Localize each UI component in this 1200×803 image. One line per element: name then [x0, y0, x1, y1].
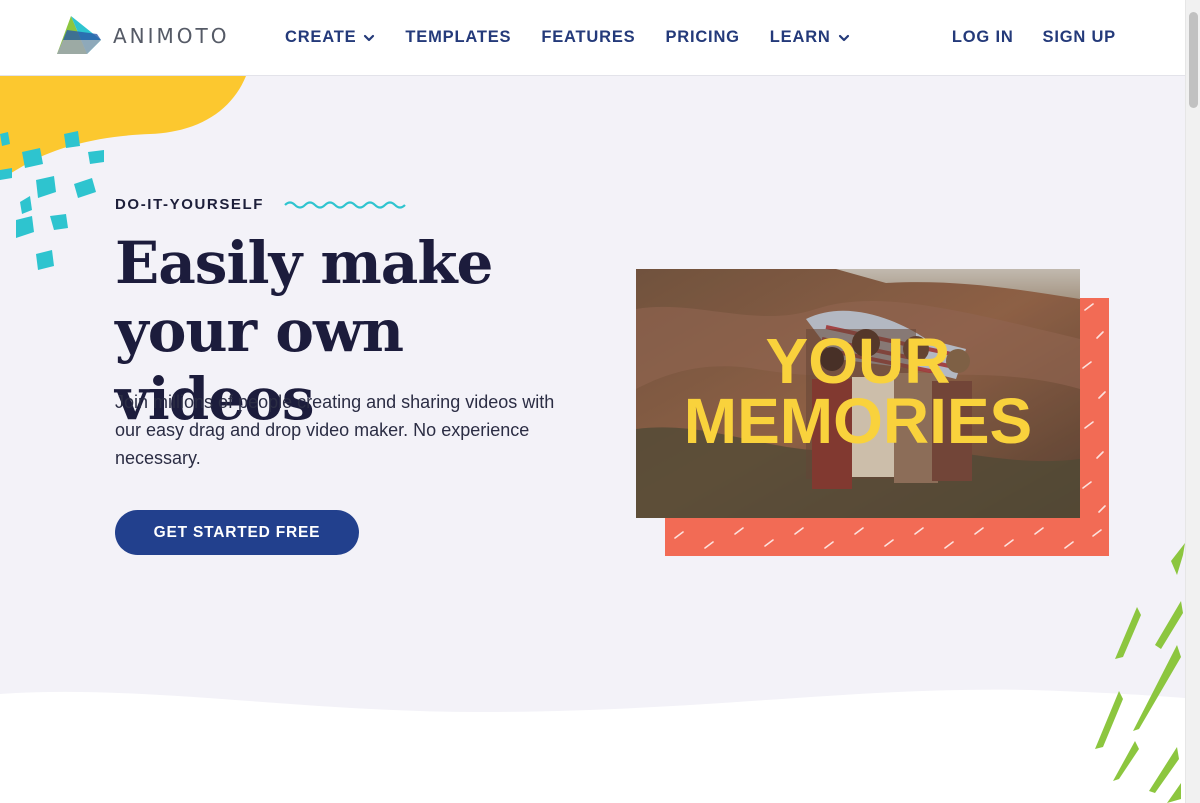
nav-create[interactable]: CREATE: [285, 28, 375, 47]
site-header: ANIMOTO CREATE TEMPLATES FEATURES PRICIN…: [0, 0, 1185, 76]
nav-features[interactable]: FEATURES: [541, 28, 635, 47]
eyebrow-label: DO-IT-YOURSELF: [115, 196, 265, 213]
chevron-down-icon: [364, 34, 375, 41]
animoto-triangle-logo-icon: [57, 16, 101, 54]
logo-wordmark: ANIMOTO: [113, 24, 230, 48]
hero-subcopy: Join millions of people creating and sha…: [115, 392, 555, 468]
teal-dashes-decoration: [0, 131, 104, 270]
video-overlay-caption: YOUR MEMORIES: [636, 325, 1080, 457]
hero-section: DO-IT-YOURSELF Easily make your own vide…: [0, 76, 1185, 803]
nav-learn-label: LEARN: [769, 28, 831, 46]
video-preview-card[interactable]: YOUR MEMORIES: [636, 269, 1080, 518]
main-nav: CREATE TEMPLATES FEATURES PRICING LEARN: [285, 0, 880, 75]
overlay-line-memories: MEMORIES: [683, 385, 1033, 457]
wave-squiggle-icon: [284, 200, 406, 209]
nav-pricing-label: PRICING: [665, 28, 740, 46]
nav-learn[interactable]: LEARN: [770, 28, 850, 47]
nav-features-label: FEATURES: [541, 28, 636, 46]
scrollbar-thumb[interactable]: [1189, 12, 1198, 108]
eyebrow-row: DO-IT-YOURSELF: [115, 196, 406, 213]
nav-pricing[interactable]: PRICING: [665, 28, 739, 47]
nav-templates[interactable]: TEMPLATES: [405, 28, 511, 47]
signup-link[interactable]: SIGN UP: [1043, 28, 1116, 47]
overlay-line-your: YOUR: [765, 325, 951, 397]
white-wave-divider: [0, 689, 1185, 803]
green-brush-strokes-decoration: [1095, 543, 1185, 803]
animoto-logo[interactable]: ANIMOTO: [57, 16, 230, 56]
login-link[interactable]: LOG IN: [952, 28, 1014, 47]
page-scrollbar[interactable]: [1185, 0, 1200, 803]
nav-create-label: CREATE: [285, 28, 357, 46]
auth-links: LOG IN SIGN UP: [923, 0, 1116, 75]
chevron-down-icon: [838, 34, 849, 41]
nav-templates-label: TEMPLATES: [405, 28, 512, 46]
get-started-free-button[interactable]: GET STARTED FREE: [115, 510, 359, 555]
